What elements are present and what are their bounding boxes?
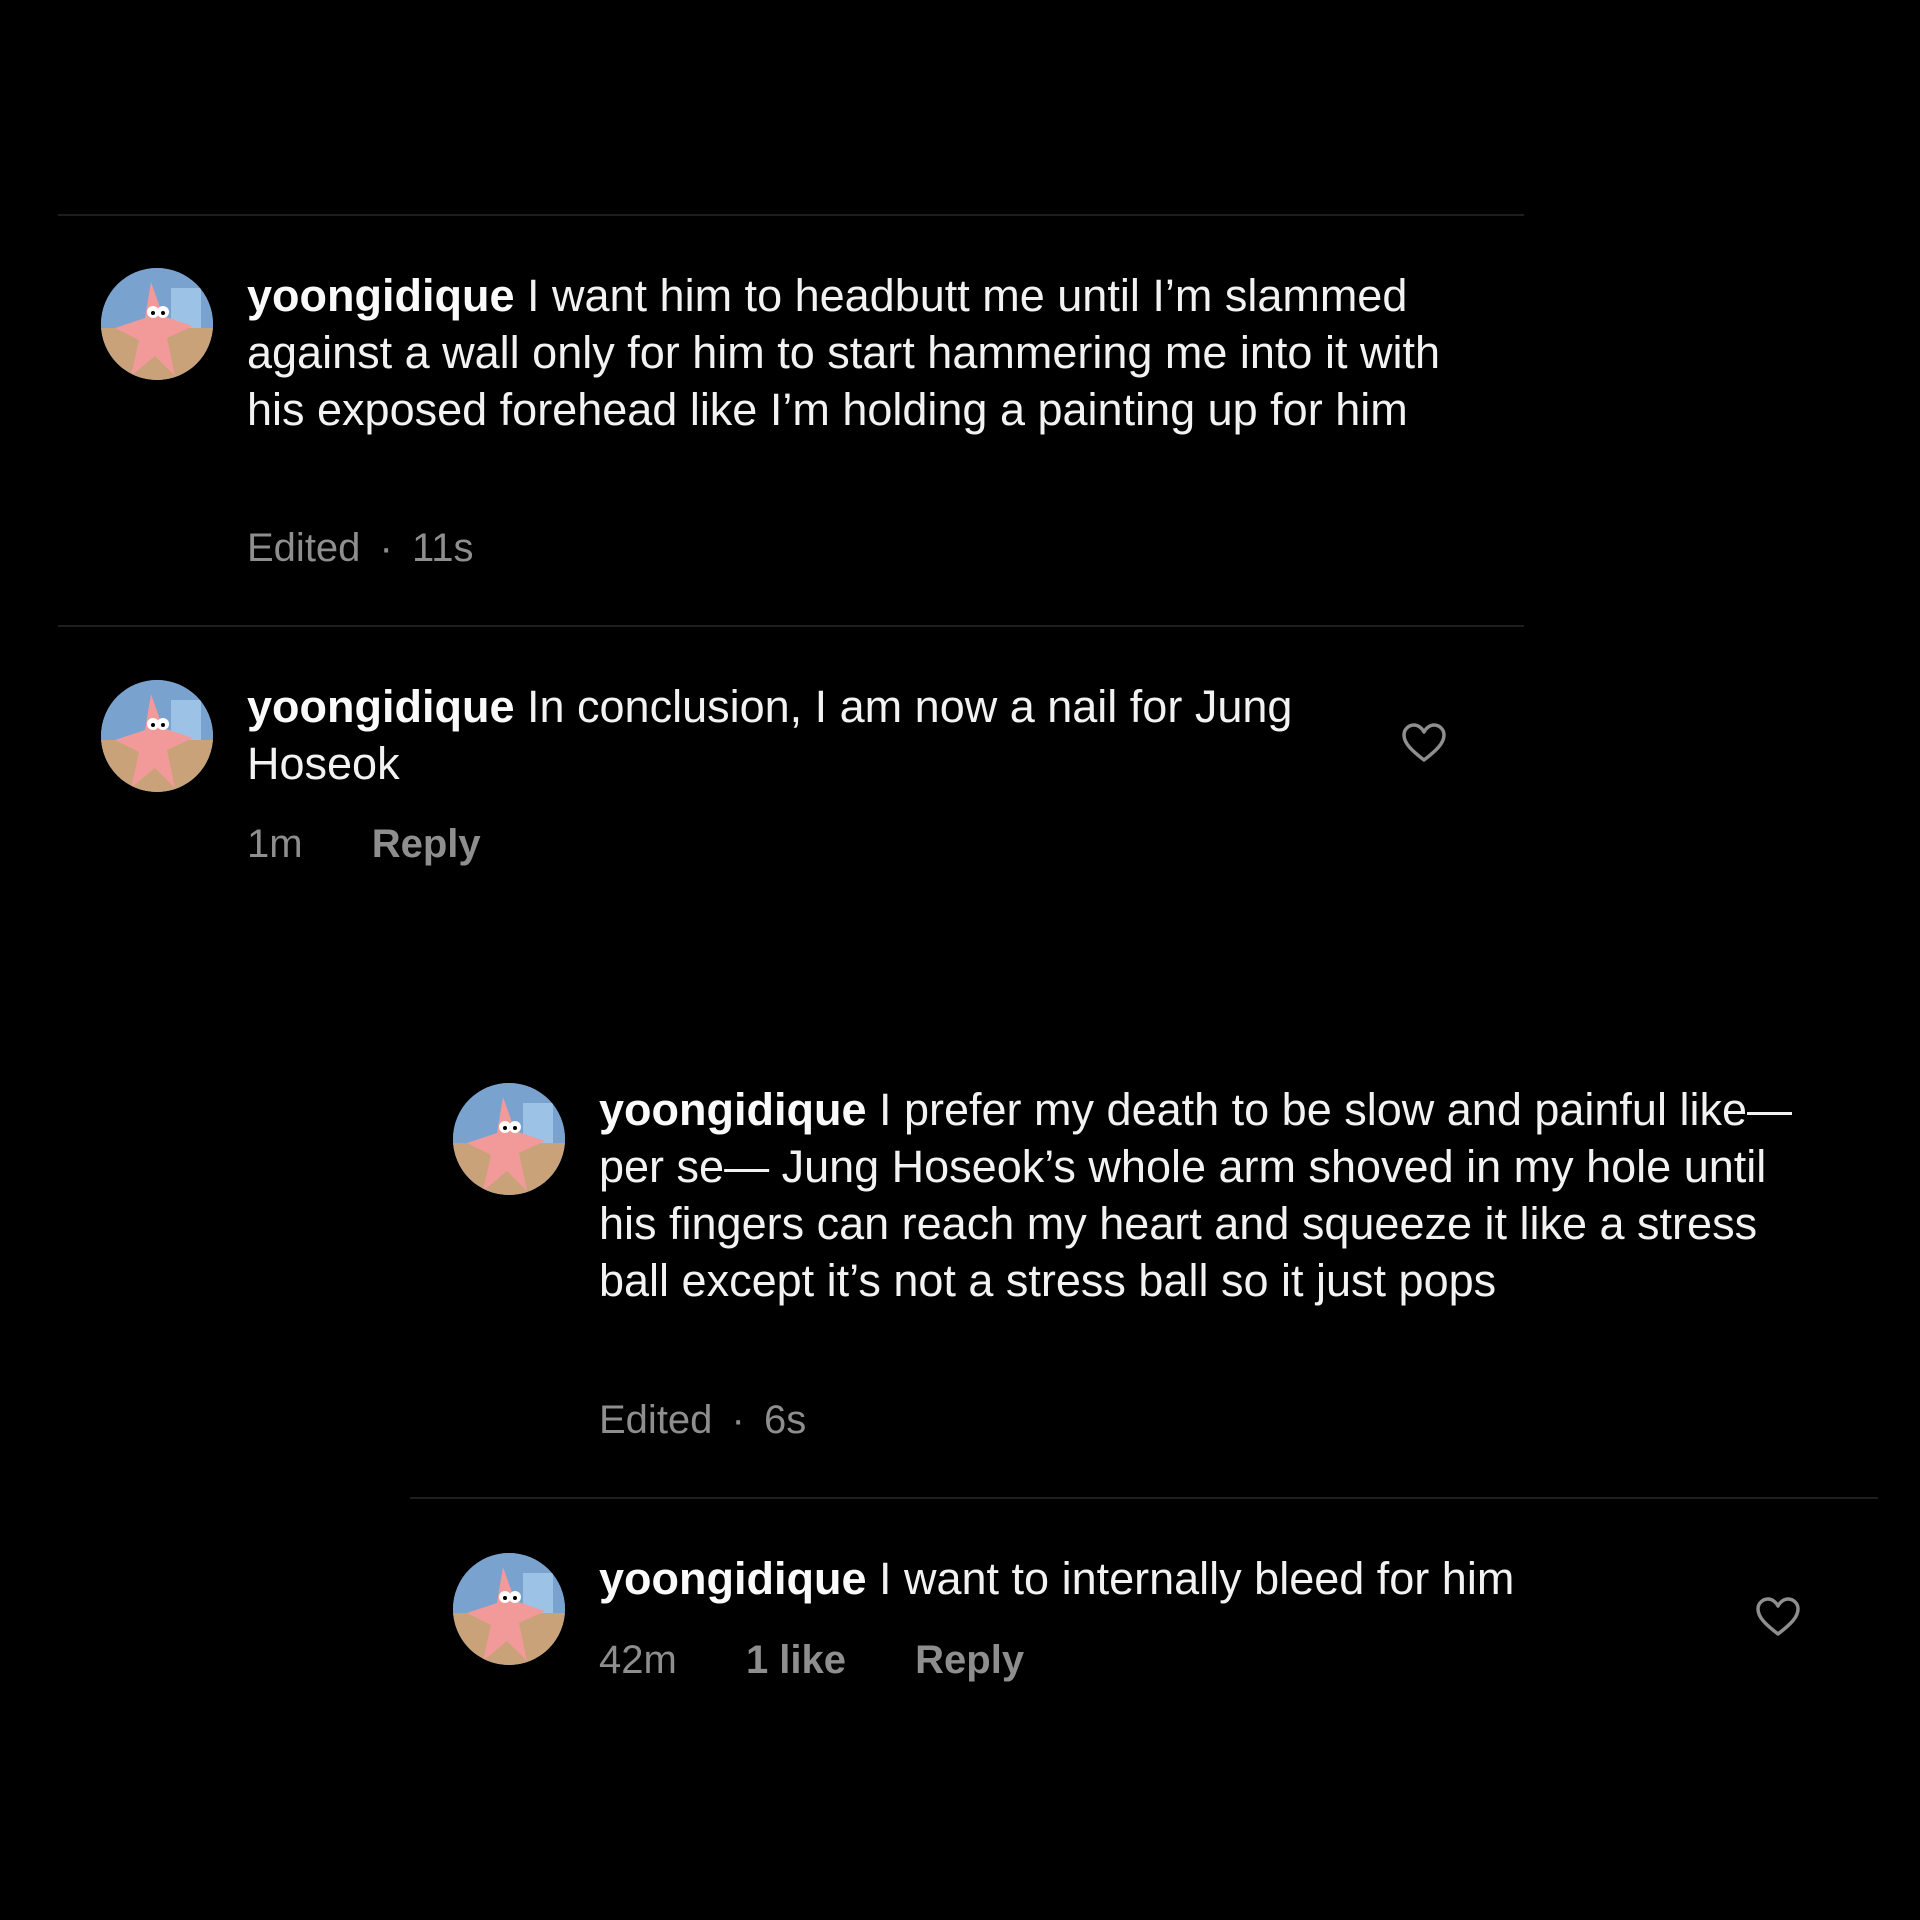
reply-button[interactable]: Reply (915, 1636, 1024, 1684)
patrick-star-avatar-icon (101, 268, 213, 380)
comment-divider (410, 1497, 1878, 1499)
user-avatar[interactable] (101, 268, 213, 380)
user-avatar[interactable] (101, 680, 213, 792)
comment-timestamp: 6s (764, 1398, 807, 1442)
comment-username[interactable]: yoongidique (247, 681, 514, 732)
user-avatar[interactable] (453, 1083, 565, 1195)
edited-label: Edited (247, 526, 361, 570)
comment-divider (58, 214, 1524, 216)
like-heart-icon[interactable] (1401, 722, 1447, 764)
comment-timestamp: 1m (247, 822, 303, 866)
comment-body: yoongidique I want to internally bleed f… (599, 1550, 1759, 1607)
comment-body: yoongidique I prefer my death to be slow… (599, 1081, 1829, 1309)
user-avatar[interactable] (453, 1553, 565, 1665)
comment-message: I want to internally bleed for him (866, 1553, 1515, 1604)
meta-separator: · (731, 1398, 745, 1442)
likes-count-button[interactable]: 1 like (746, 1636, 846, 1684)
comment-timestamp: 42m (599, 1638, 677, 1682)
comment-timestamp: 11s (412, 526, 474, 570)
meta-separator: · (379, 526, 393, 570)
comment-username[interactable]: yoongidique (599, 1084, 866, 1135)
comment-body: yoongidique In conclusion, I am now a na… (247, 678, 1357, 792)
reply-button[interactable]: Reply (372, 820, 481, 868)
patrick-star-avatar-icon (453, 1553, 565, 1665)
comment-meta: Edited · 11s (247, 524, 474, 572)
comment-body: yoongidique I want him to headbutt me un… (247, 267, 1497, 438)
comment-username[interactable]: yoongidique (247, 270, 514, 321)
comment-divider (58, 625, 1524, 627)
comment-meta: 42m 1 like Reply (599, 1636, 1024, 1684)
comment-meta: 1m Reply (247, 820, 481, 868)
edited-label: Edited (599, 1398, 713, 1442)
comment-username[interactable]: yoongidique (599, 1553, 866, 1604)
patrick-star-avatar-icon (101, 680, 213, 792)
comment-meta: Edited · 6s (599, 1396, 806, 1444)
patrick-star-avatar-icon (453, 1083, 565, 1195)
like-heart-icon[interactable] (1755, 1596, 1801, 1638)
